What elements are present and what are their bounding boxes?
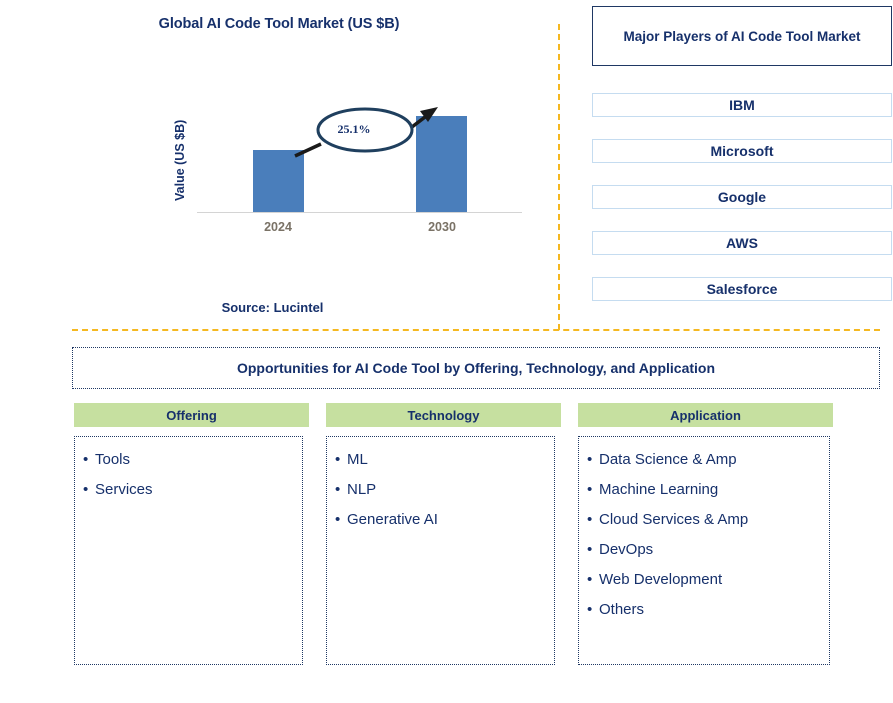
x-tick-2024: 2024 <box>264 220 292 234</box>
list-item: • DevOps <box>587 535 825 565</box>
application-list: • Data Science & Amp • Machine Learning • C… <box>587 445 825 625</box>
bullet-icon: • <box>83 481 89 498</box>
list-item: • Cloud Services & Amp <box>587 505 825 535</box>
bullet-icon: • <box>587 571 593 588</box>
chart-x-axis-line <box>197 212 522 213</box>
offering-list: • Tools • Services <box>83 445 298 505</box>
list-item-label: Machine Learning <box>599 481 719 498</box>
bullet-icon: • <box>587 511 593 528</box>
list-item: • Generative AI <box>335 505 550 535</box>
horizontal-divider <box>72 329 880 331</box>
list-item: • NLP <box>335 475 550 505</box>
major-players-title: Major Players of AI Code Tool Market <box>623 28 861 44</box>
opportunities-banner-text: Opportunities for AI Code Tool by Offeri… <box>236 360 716 376</box>
major-players-title-box: Major Players of AI Code Tool Market <box>592 6 892 66</box>
major-players-panel: Major Players of AI Code Tool Market IBM… <box>592 6 892 301</box>
list-item-label: Tools <box>95 451 131 468</box>
bullet-icon: • <box>587 481 593 498</box>
list-item-label: Cloud Services & Amp <box>599 511 749 528</box>
opportunities-banner: Opportunities for AI Code Tool by Offeri… <box>72 347 880 389</box>
bullet-icon: • <box>587 601 593 618</box>
x-tick-2030: 2030 <box>428 220 456 234</box>
player-label: AWS <box>726 235 758 251</box>
list-item: • ML <box>335 445 550 475</box>
column-application: Application • Data Science & Amp • Machine… <box>578 403 833 665</box>
player-label: IBM <box>729 97 755 113</box>
column-offering: Offering • Tools • Services <box>74 403 309 665</box>
chart-title: Global AI Code Tool Market (US $B) <box>158 16 400 32</box>
list-item: • Data Science & Amp <box>587 445 825 475</box>
list-item-label: Services <box>95 481 153 498</box>
bullet-icon: • <box>587 541 593 558</box>
player-item-google: Google <box>592 185 892 209</box>
list-item-label: Data Science & Amp <box>599 451 737 468</box>
bullet-icon: • <box>83 451 89 468</box>
player-item-aws: AWS <box>592 231 892 255</box>
player-label: Google <box>717 189 767 205</box>
list-item: • Web Development <box>587 565 825 595</box>
list-item: • Tools <box>83 445 298 475</box>
bullet-icon: • <box>335 451 341 468</box>
bullet-icon: • <box>335 511 341 528</box>
vertical-divider <box>558 24 560 330</box>
player-label: Microsoft <box>710 143 774 159</box>
column-header-technology: Technology <box>326 403 561 427</box>
market-chart-panel: Global AI Code Tool Market (US $B) Value… <box>0 0 558 330</box>
cagr-value-label: 25.1% <box>337 122 371 136</box>
column-header-application: Application <box>578 403 833 427</box>
column-technology: Technology • ML • NLP • Generative AI <box>326 403 561 665</box>
column-body-technology: • ML • NLP • Generative AI <box>326 436 555 665</box>
list-item: • Others <box>587 595 825 625</box>
player-item-salesforce: Salesforce <box>592 277 892 301</box>
list-item-label: Generative AI <box>347 511 438 528</box>
player-item-microsoft: Microsoft <box>592 139 892 163</box>
list-item: • Machine Learning <box>587 475 825 505</box>
list-item-label: ML <box>347 451 368 468</box>
list-item-label: Web Development <box>599 571 723 588</box>
column-header-offering: Offering <box>74 403 309 427</box>
bullet-icon: • <box>335 481 341 498</box>
bullet-icon: • <box>587 451 593 468</box>
player-item-ibm: IBM <box>592 93 892 117</box>
list-item-label: Others <box>599 601 645 618</box>
technology-list: • ML • NLP • Generative AI <box>335 445 550 535</box>
list-item-label: NLP <box>347 481 377 498</box>
source-label: Source: Lucintel <box>221 300 324 315</box>
player-label: Salesforce <box>706 281 778 297</box>
chart-y-axis-label: Value (US $B) <box>173 119 187 201</box>
list-item-label: DevOps <box>599 541 654 558</box>
list-item: • Services <box>83 475 298 505</box>
opportunity-columns: Offering • Tools • Services Technology • ML… <box>0 403 893 673</box>
column-body-application: • Data Science & Amp • Machine Learning • C… <box>578 436 830 665</box>
column-body-offering: • Tools • Services <box>74 436 303 665</box>
